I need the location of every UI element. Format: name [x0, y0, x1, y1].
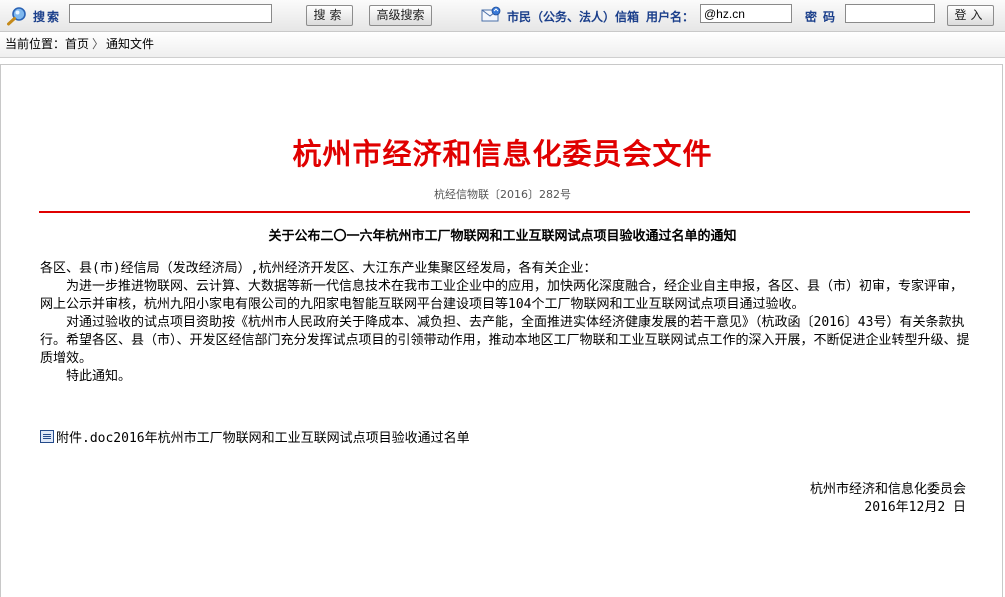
username-label: 用户名：	[646, 10, 695, 24]
username-input[interactable]	[700, 4, 792, 23]
paragraph-closing: 特此通知。	[66, 369, 132, 384]
document-number: 杭经信物联〔2016〕282号	[434, 188, 571, 201]
top-toolbar: 搜索 搜索 高级搜索 市民（公务、法人）信箱 用户名： 密码 登入	[0, 0, 1005, 32]
search-icon	[7, 7, 26, 26]
login-button[interactable]: 登入	[947, 5, 994, 26]
breadcrumb-home-link[interactable]: 首页	[65, 32, 89, 57]
search-input[interactable]	[69, 4, 272, 23]
password-label: 密码	[805, 10, 842, 24]
signature-block: 杭州市经济和信息化委员会 2016年12月2 日	[810, 481, 966, 517]
advanced-search-button[interactable]: 高级搜索	[369, 5, 432, 26]
mailbox-link[interactable]: 市民（公务、法人）信箱	[507, 8, 639, 25]
attachment-label[interactable]: 附件.doc2016年杭州市工厂物联网和工业互联网试点项目验收通过名单	[56, 431, 470, 446]
document-file-icon	[40, 430, 54, 443]
password-input[interactable]	[845, 4, 935, 23]
mail-icon	[481, 6, 501, 22]
breadcrumb-current: 通知文件	[106, 37, 155, 51]
breadcrumb-prefix: 当前位置：	[5, 37, 66, 51]
signature-date: 2016年12月2 日	[864, 500, 966, 515]
search-label: 搜索	[33, 10, 62, 24]
signature-organization: 杭州市经济和信息化委员会	[809, 482, 966, 497]
attachment-link[interactable]: 附件.doc2016年杭州市工厂物联网和工业互联网试点项目验收通过名单	[40, 427, 470, 446]
red-divider	[39, 211, 970, 213]
document-panel: 杭州市经济和信息化委员会文件 杭经信物联〔2016〕282号 关于公布二〇一六年…	[0, 64, 1003, 597]
paragraph-2: 对通过验收的试点项目资助按《杭州市人民政府关于降成本、减负担、去产能，全面推进实…	[40, 315, 970, 366]
notice-title: 关于公布二〇一六年杭州市工厂物联网和工业互联网试点项目验收通过名单的通知	[268, 229, 737, 244]
breadcrumb-separator: 〉	[92, 37, 105, 51]
document-header-title: 杭州市经济和信息化委员会文件	[292, 137, 713, 171]
breadcrumb: 当前位置： 首页 〉 通知文件	[0, 32, 1005, 58]
salutation: 各区、县(市)经信局（发改经济局）,杭州经济开发区、大江东产业集聚区经发局，各有…	[40, 261, 597, 276]
paragraph-1: 为进一步推进物联网、云计算、大数据等新一代信息技术在我市工业企业中的应用，加快两…	[40, 279, 964, 312]
search-button[interactable]: 搜索	[306, 5, 353, 26]
notice-body: 各区、县(市)经信局（发改经济局）,杭州经济开发区、大江东产业集聚区经发局，各有…	[40, 260, 970, 386]
